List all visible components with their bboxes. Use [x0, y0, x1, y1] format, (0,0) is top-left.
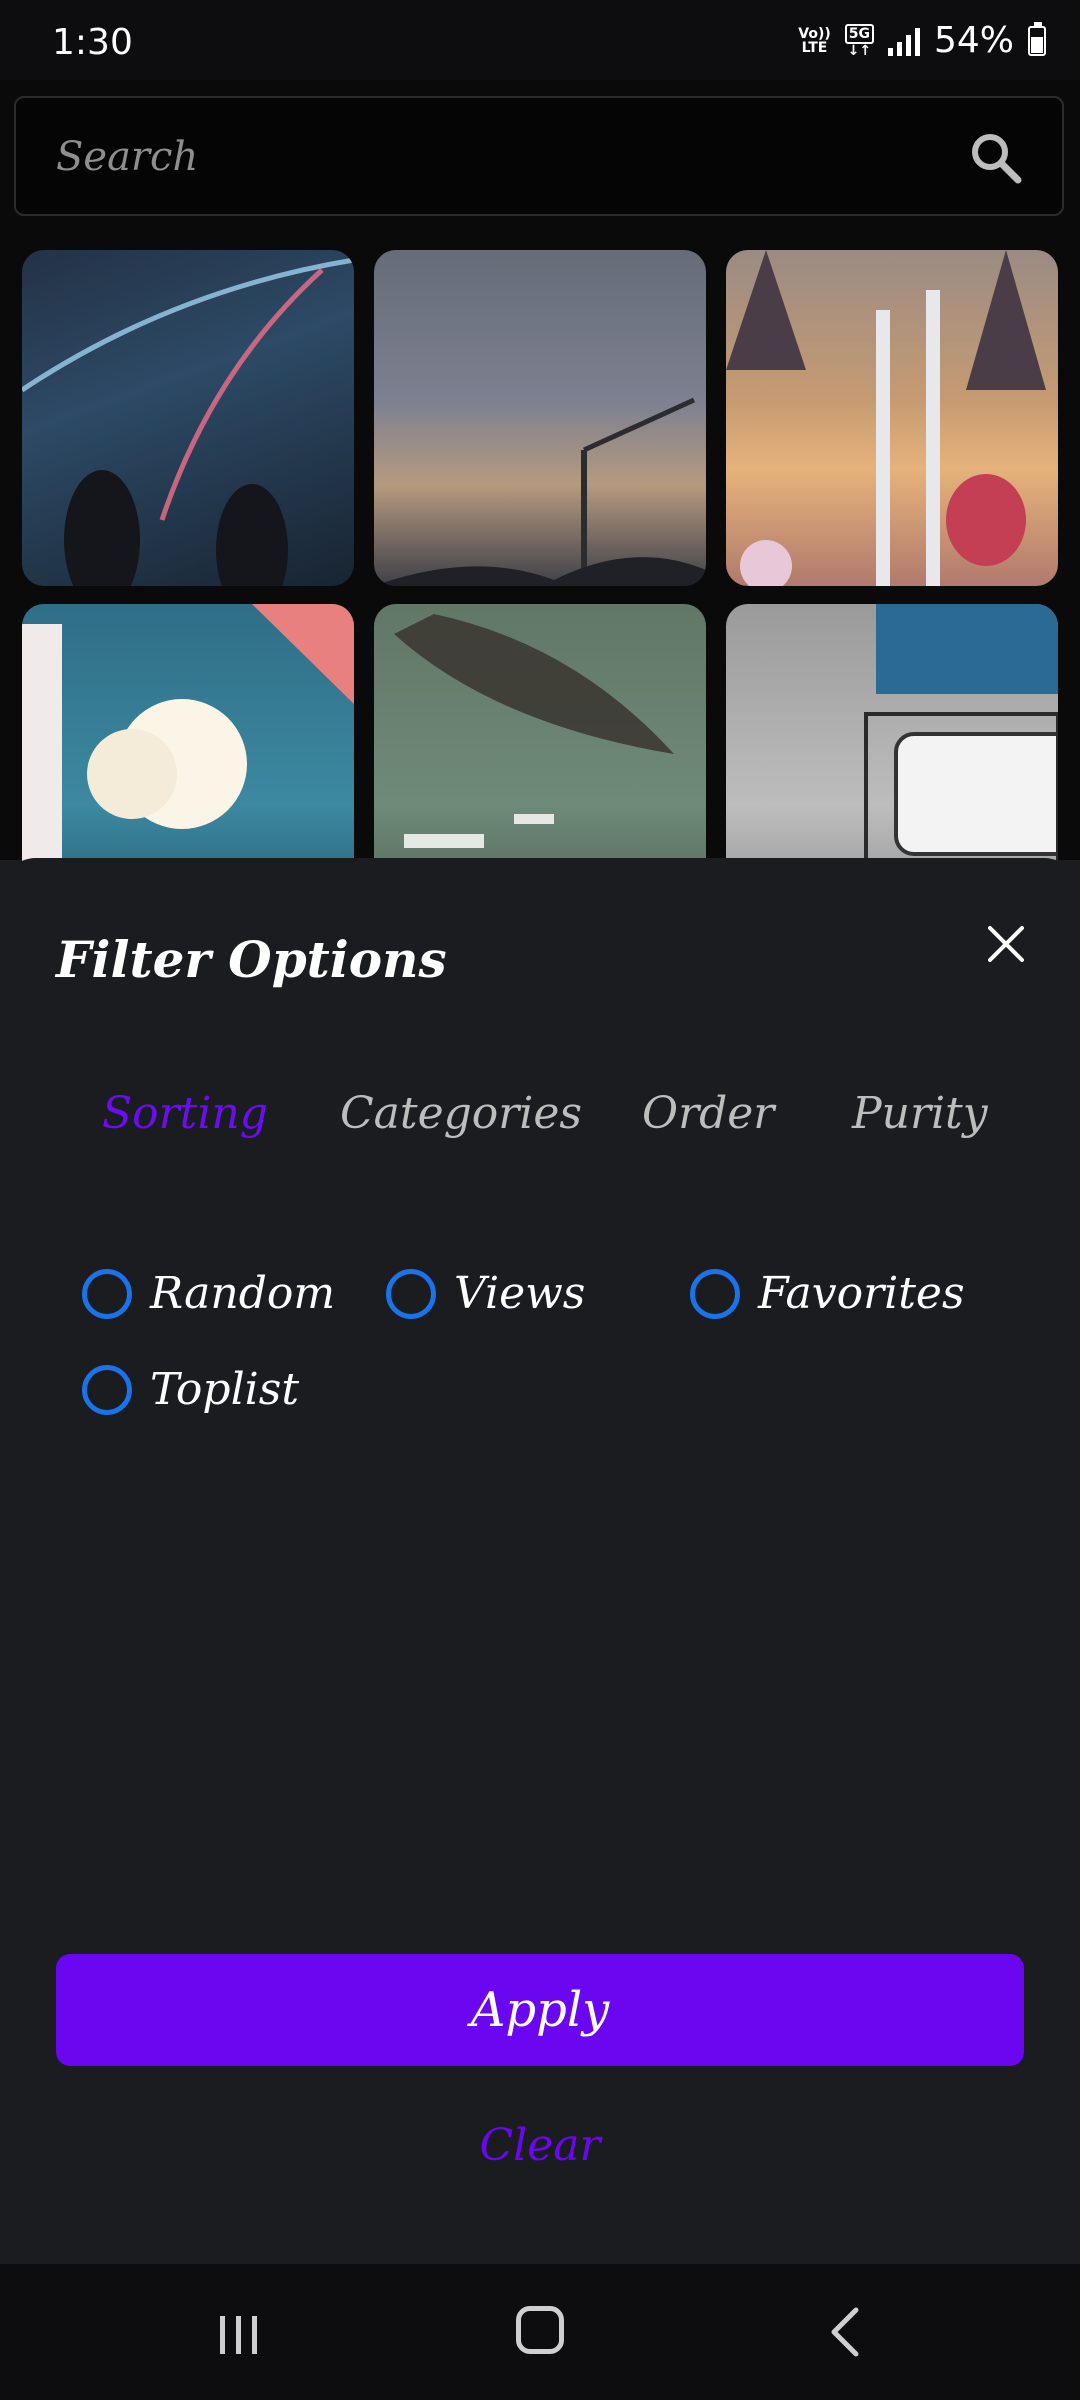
tab-sorting[interactable]: Sorting — [102, 1088, 268, 1139]
search-icon[interactable] — [966, 128, 1026, 188]
radio-button[interactable] — [690, 1268, 740, 1319]
volte-icon: Vo)) LTE — [798, 27, 830, 55]
recent-apps-icon[interactable] — [214, 2312, 264, 2356]
network-5g-icon: 5G ↓↑ — [844, 23, 874, 59]
back-icon[interactable] — [826, 2304, 866, 2360]
radio-button[interactable] — [386, 1268, 436, 1319]
status-time: 1:30 — [52, 22, 133, 63]
option-toplist[interactable]: Toplist — [82, 1364, 299, 1415]
wallpaper-thumbnail[interactable] — [726, 250, 1058, 586]
network-label: 5G — [844, 23, 874, 44]
volte-label-bottom: LTE — [801, 39, 828, 56]
close-icon[interactable] — [980, 918, 1032, 970]
search-input[interactable]: Search — [56, 134, 198, 180]
wallpaper-browser: Search — [0, 80, 1080, 940]
home-icon[interactable] — [516, 2306, 564, 2354]
filter-options-sheet: Filter Options Sorting Categories Order … — [0, 858, 1080, 2264]
data-arrows-icon: ↓↑ — [847, 42, 872, 59]
option-favorites[interactable]: Favorites — [690, 1268, 965, 1319]
apply-button[interactable]: Apply — [56, 1954, 1024, 2066]
option-views[interactable]: Views — [386, 1268, 585, 1319]
radio-button[interactable] — [82, 1364, 132, 1415]
wallpaper-thumbnail[interactable] — [374, 250, 706, 586]
battery-percent: 54% — [933, 20, 1014, 61]
radio-button[interactable] — [82, 1268, 132, 1319]
search-bar[interactable]: Search — [14, 96, 1064, 216]
option-random[interactable]: Random — [82, 1268, 335, 1319]
clear-button[interactable]: Clear — [0, 2120, 1080, 2171]
option-label: Favorites — [758, 1268, 965, 1319]
battery-icon — [1028, 21, 1046, 56]
option-label: Random — [150, 1268, 336, 1319]
signal-icon — [887, 26, 920, 56]
filter-tabs: Sorting Categories Order Purity — [0, 1088, 1080, 1158]
sheet-title: Filter Options — [56, 930, 447, 989]
volte-label-top: Vo)) — [798, 25, 831, 42]
option-label: Toplist — [150, 1364, 299, 1415]
tab-order[interactable]: Order — [642, 1088, 774, 1139]
system-nav-bar — [0, 2264, 1080, 2400]
status-icons: Vo)) LTE 5G ↓↑ 54% — [798, 20, 1046, 61]
wallpaper-thumbnail[interactable] — [22, 250, 354, 586]
status-bar: 1:30 Vo)) LTE 5G ↓↑ 54% — [0, 0, 1080, 80]
tab-categories[interactable]: Categories — [340, 1088, 582, 1139]
tab-purity[interactable]: Purity — [852, 1088, 988, 1139]
option-label: Views — [454, 1268, 586, 1319]
